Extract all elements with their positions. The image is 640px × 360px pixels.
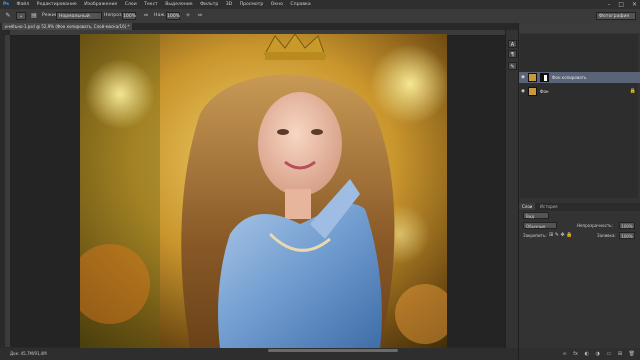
layer-kind-dropdown[interactable]: Вид: [523, 212, 549, 219]
menu-image[interactable]: Изображение: [84, 0, 117, 9]
flow-input[interactable]: 100%: [166, 12, 180, 20]
photo-canvas[interactable]: [80, 34, 447, 348]
adjustment-icon[interactable]: ◑: [596, 351, 600, 357]
layer-opacity-input[interactable]: 100%: [619, 222, 635, 229]
folder-icon[interactable]: ▭: [607, 351, 612, 357]
menu-file[interactable]: Файл: [17, 0, 30, 9]
lock-icons[interactable]: ⊞ ✎ ✥ 🔒: [549, 232, 573, 239]
pressure-size-icon[interactable]: ✑: [196, 12, 204, 20]
menu-text[interactable]: Текст: [144, 0, 158, 9]
menu-3d[interactable]: 3D: [226, 0, 232, 9]
fill-label: Заливка:: [597, 233, 616, 238]
fx-icon[interactable]: fx: [573, 351, 578, 357]
lock-label: Закрепить:: [523, 233, 547, 238]
brush-panel-icon[interactable]: ✎: [508, 62, 517, 70]
navigator-area: [520, 34, 638, 198]
layer-row[interactable]: ◉ Фон копировать: [519, 72, 640, 83]
visibility-eye-icon[interactable]: ◉: [521, 75, 526, 80]
menu-help[interactable]: Справка: [290, 0, 310, 9]
minimize-button[interactable]: –: [607, 1, 610, 8]
tab-layers[interactable]: Слои: [519, 203, 536, 210]
layer-row[interactable]: ◉ Фон 🔒: [519, 86, 640, 97]
tab-history[interactable]: История: [537, 203, 561, 210]
layer-opacity-label: Непрозрачность:: [577, 223, 613, 228]
workspace-dropdown[interactable]: Фотография: [596, 12, 636, 20]
mask-icon[interactable]: ◐: [585, 351, 589, 357]
close-button[interactable]: ✕: [632, 1, 637, 8]
panel-icon-strip: A ¶ ✎: [505, 30, 519, 348]
mode-dropdown[interactable]: Нормальный: [56, 12, 102, 20]
layer-name[interactable]: Фон копировать: [552, 72, 586, 83]
document-tab[interactable]: и-мбъно-1.psd @ 52,9% (Фон копировать, С…: [2, 23, 133, 30]
layers-tabbar: Слои История: [519, 203, 640, 211]
new-layer-icon[interactable]: ⊞: [618, 351, 622, 357]
options-bar: ✎ • ▤ Режим: Нормальный Непрозр.: 100% ✑…: [0, 9, 640, 24]
navigator-panel: [519, 23, 640, 33]
opacity-input[interactable]: 100%: [122, 12, 136, 20]
doc-size-status: Док: 45,7М/91,4М: [10, 351, 47, 356]
fill-input[interactable]: 100%: [619, 232, 635, 239]
brush-panel-icon[interactable]: ▤: [30, 12, 38, 20]
maximize-button[interactable]: □: [618, 1, 624, 8]
brush-size-picker[interactable]: •: [16, 12, 26, 20]
menu-view[interactable]: Просмотр: [240, 0, 264, 9]
layer-name[interactable]: Фон: [540, 86, 549, 97]
history-panel-icon[interactable]: A: [508, 40, 517, 48]
document-tabbar: и-мбъно-1.psd @ 52,9% (Фон копировать, С…: [0, 23, 518, 30]
window-controls: – □ ✕: [601, 0, 637, 9]
layers-footer: ∞ fx ◐ ◑ ▭ ⊞ 🗑: [519, 348, 640, 360]
visibility-eye-icon[interactable]: ◉: [521, 89, 526, 94]
link-icon[interactable]: ∞: [562, 351, 566, 357]
paragraph-panel-icon[interactable]: ¶: [508, 50, 517, 58]
layer-thumbnail: [528, 73, 537, 82]
horizontal-scrollbar[interactable]: [268, 349, 398, 352]
trash-icon[interactable]: 🗑: [629, 351, 635, 357]
lock-row: Закрепить: ⊞ ✎ ✥ 🔒 Заливка: 100%: [521, 232, 638, 240]
lock-icon: 🔒: [629, 88, 636, 94]
menu-select[interactable]: Выделение: [165, 0, 192, 9]
blend-mode-dropdown[interactable]: Обычные: [523, 222, 557, 229]
menu-window[interactable]: Окно: [271, 0, 283, 9]
layer-mask-thumbnail[interactable]: [540, 73, 549, 82]
app-logo: Ps: [3, 2, 10, 7]
layer-filter-row: Вид: [521, 212, 638, 220]
pressure-opacity-icon[interactable]: ✑: [142, 12, 150, 20]
menu-edit[interactable]: Редактирование: [37, 0, 77, 9]
menu-layers[interactable]: Слои: [125, 0, 137, 9]
blend-row: Обычные Непрозрачность: 100%: [521, 222, 638, 230]
menu-bar: Ps Файл Редактирование Изображение Слои …: [0, 0, 640, 9]
status-bar: Док: 45,7М/91,4М: [0, 348, 518, 360]
airbrush-icon[interactable]: ✧: [184, 12, 192, 20]
menu-filter[interactable]: Фильтр: [200, 0, 218, 9]
layer-thumbnail: [528, 87, 537, 96]
brush-tool-icon[interactable]: ✎: [4, 12, 12, 20]
portrait-image: [80, 34, 447, 348]
